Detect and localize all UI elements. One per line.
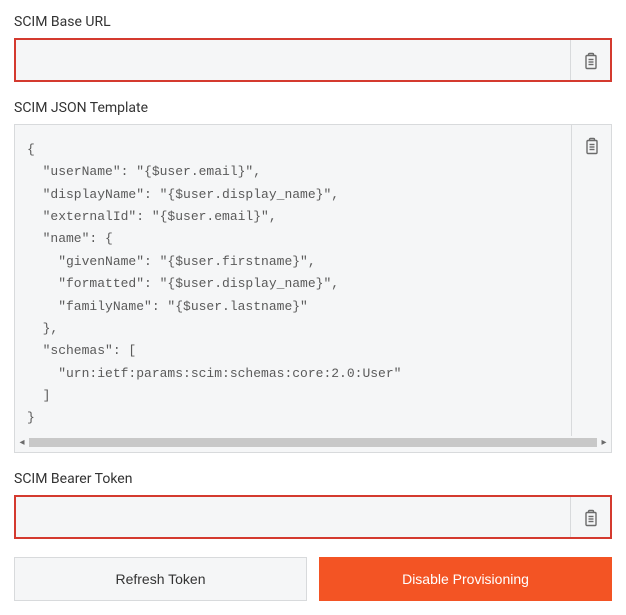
clipboard-icon (583, 509, 599, 530)
scim-json-template-label: SCIM JSON Template (14, 100, 612, 116)
copy-bearer-token-button[interactable] (570, 497, 610, 537)
scroll-right-icon: ▸ (599, 438, 609, 448)
scim-bearer-token-field (14, 495, 612, 539)
scim-bearer-token-value (16, 497, 570, 537)
refresh-token-button[interactable]: Refresh Token (14, 557, 307, 601)
scim-base-url-value (16, 40, 570, 80)
scim-base-url-field (14, 38, 612, 82)
scim-base-url-label: SCIM Base URL (14, 14, 612, 30)
scim-json-template-value: { "userName": "{$user.email}", "displayN… (15, 125, 571, 436)
scim-base-url-section: SCIM Base URL (14, 14, 612, 82)
scrollbar-track (29, 438, 597, 447)
horizontal-scrollbar[interactable]: ◂ ▸ (15, 436, 611, 452)
copy-base-url-button[interactable] (570, 40, 610, 80)
scim-json-template-section: SCIM JSON Template { "userName": "{$user… (14, 100, 612, 453)
copy-json-template-button[interactable] (571, 125, 611, 436)
clipboard-icon (583, 52, 599, 73)
action-buttons: Refresh Token Disable Provisioning (14, 557, 612, 601)
clipboard-icon (584, 137, 600, 158)
disable-provisioning-button[interactable]: Disable Provisioning (319, 557, 612, 601)
scim-bearer-token-label: SCIM Bearer Token (14, 471, 612, 487)
scroll-left-icon: ◂ (17, 438, 27, 448)
scim-json-template-field: { "userName": "{$user.email}", "displayN… (14, 124, 612, 453)
scim-bearer-token-section: SCIM Bearer Token (14, 471, 612, 539)
